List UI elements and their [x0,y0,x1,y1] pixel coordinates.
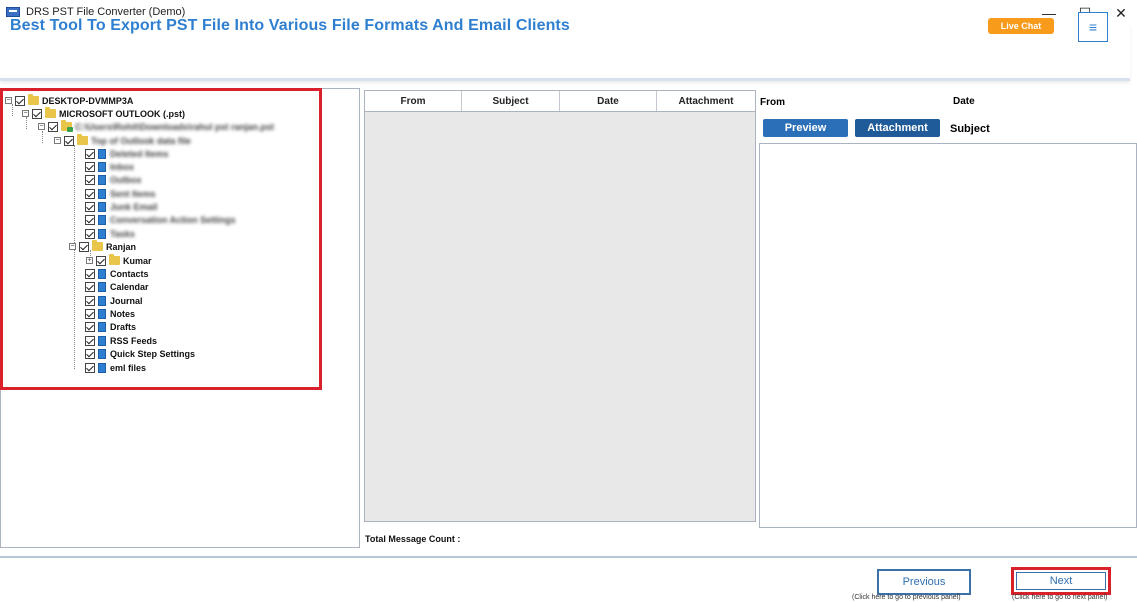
previous-button[interactable]: Previous [877,569,971,595]
message-list-panel [364,90,756,522]
preview-date-label: Date [953,96,975,107]
header-title: Best Tool To Export PST File Into Variou… [10,17,570,34]
close-button[interactable]: ✕ [1104,2,1137,24]
column-header-from[interactable]: From [365,91,462,111]
next-button[interactable]: Next [1011,567,1111,595]
attachment-button[interactable]: Attachment [855,119,940,137]
app-icon [6,7,20,17]
preview-from-label: From [760,97,785,108]
message-list-header: From Subject Date Attachment [365,91,755,112]
column-header-attachment[interactable]: Attachment [657,91,755,111]
column-header-subject[interactable]: Subject [462,91,560,111]
preview-subject-label: Subject [950,123,990,135]
hamburger-menu-button[interactable]: ≡ [1078,12,1108,42]
message-preview-pane [759,143,1137,528]
preview-button[interactable]: Preview [763,119,848,137]
live-chat-button[interactable]: Live Chat [988,18,1054,34]
total-message-count-label: Total Message Count : [365,534,461,544]
next-button-inner-border [1016,572,1106,590]
tree-highlight-box [0,88,322,390]
column-header-date[interactable]: Date [560,91,657,111]
